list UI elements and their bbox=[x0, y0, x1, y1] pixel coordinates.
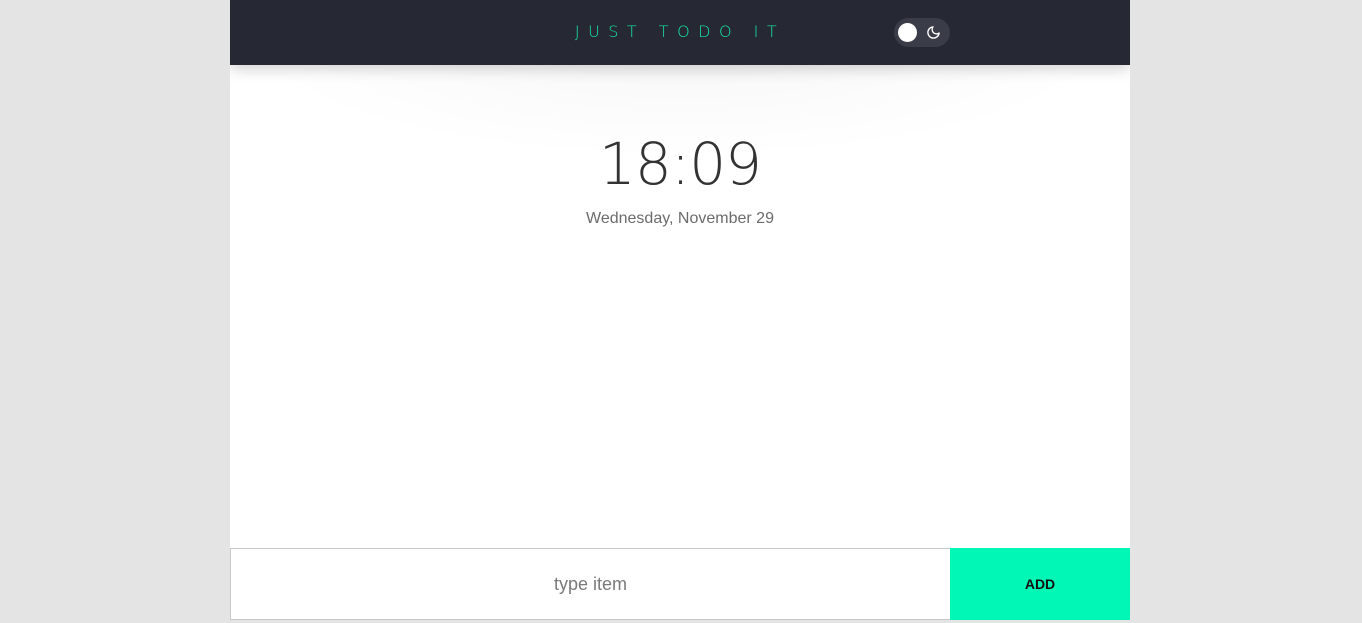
item-input[interactable] bbox=[230, 548, 950, 620]
current-date: Wednesday, November 29 bbox=[586, 210, 774, 227]
moon-icon bbox=[927, 26, 940, 39]
todo-app: JUST TODO IT 18:09 Wednesday, November 2… bbox=[230, 0, 1130, 620]
toggle-knob bbox=[898, 23, 917, 42]
add-button[interactable]: ADD bbox=[950, 548, 1130, 620]
app-title: JUST TODO IT bbox=[574, 22, 786, 41]
add-item-form: ADD bbox=[230, 548, 1130, 620]
app-header: JUST TODO IT bbox=[230, 0, 1130, 65]
current-time: 18:09 bbox=[598, 130, 762, 198]
theme-toggle[interactable] bbox=[894, 18, 950, 47]
